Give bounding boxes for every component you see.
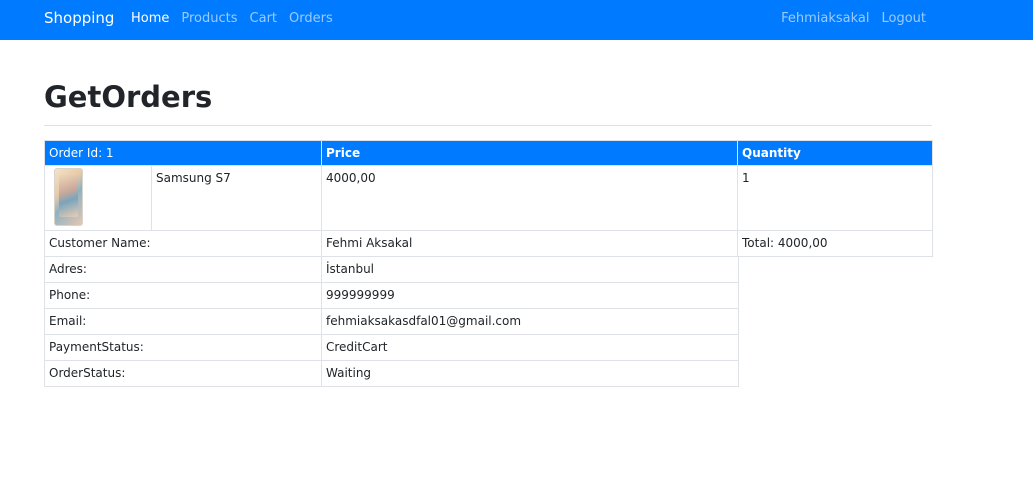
title-divider	[44, 125, 932, 126]
table-row: PaymentStatus: CreditCart	[44, 334, 739, 361]
main-container: GetOrders Order Id: 1 Price Quantity Sam…	[43, 78, 934, 387]
address-label: Adres:	[44, 256, 322, 283]
brand-link[interactable]: Shopping	[44, 9, 114, 27]
product-quantity: 1	[737, 165, 934, 231]
phone-value: 999999999	[321, 282, 739, 309]
address-value: İstanbul	[321, 256, 739, 283]
order-status-value: Waiting	[321, 360, 739, 387]
price-header: Price	[321, 140, 739, 166]
nav-links: Home Products Cart Orders	[131, 11, 333, 26]
table-row: Adres: İstanbul	[44, 256, 739, 283]
order-item-row: Samsung S7 4000,00 1	[44, 165, 934, 231]
customer-name-value: Fehmi Aksakal	[321, 230, 739, 257]
email-value: fehmiaksakasdfal01@gmail.com	[321, 308, 739, 335]
nav-home-link[interactable]: Home	[131, 11, 169, 26]
phone-label: Phone:	[44, 282, 322, 309]
customer-table: Adres: İstanbul Phone: 999999999 Email: …	[44, 256, 739, 387]
page-title: GetOrders	[44, 80, 213, 114]
phone-image	[54, 168, 83, 226]
table-row: Email: fehmiaksakasdfal01@gmail.com	[44, 308, 739, 335]
order-id-header: Order Id: 1	[43, 140, 323, 166]
customer-name-label: Customer Name:	[43, 230, 323, 257]
nav-user-link[interactable]: Fehmiaksakal	[781, 11, 869, 26]
payment-status-label: PaymentStatus:	[44, 334, 322, 361]
order-total: Total: 4000,00	[737, 230, 934, 257]
email-label: Email:	[44, 308, 322, 335]
navbar: Shopping Home Products Cart Orders Fehmi…	[0, 0, 1033, 40]
table-row: Phone: 999999999	[44, 282, 739, 309]
product-image-cell	[44, 165, 152, 231]
nav-logout-link[interactable]: Logout	[881, 11, 926, 26]
customer-name-row: Customer Name: Fehmi Aksakal Total: 4000…	[43, 230, 934, 257]
payment-status-value: CreditCart	[321, 334, 739, 361]
product-price: 4000,00	[321, 165, 739, 231]
order-status-label: OrderStatus:	[44, 360, 322, 387]
nav-products-link[interactable]: Products	[181, 11, 237, 26]
order-table: Order Id: 1 Price Quantity Samsung S7 40…	[43, 140, 934, 257]
product-name: Samsung S7	[150, 165, 323, 231]
nav-orders-link[interactable]: Orders	[289, 11, 333, 26]
order-header-row: Order Id: 1 Price Quantity	[43, 140, 934, 166]
quantity-header: Quantity	[737, 140, 934, 166]
nav-user-links: Fehmiaksakal Logout	[781, 11, 926, 26]
nav-cart-link[interactable]: Cart	[250, 11, 278, 26]
table-row: OrderStatus: Waiting	[44, 360, 739, 387]
